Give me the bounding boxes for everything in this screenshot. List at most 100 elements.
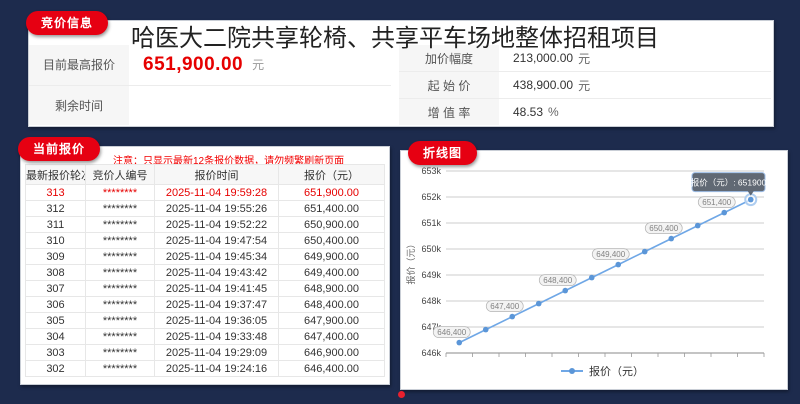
cell-bidder: ********	[86, 201, 155, 217]
bid-table-body: 313********2025-11-04 19:59:28651,900.00…	[26, 185, 385, 377]
bid-point[interactable]	[536, 301, 542, 307]
line-chart-badge: 折线图	[408, 141, 477, 165]
bid-info-panel: 竞价信息 哈医大二院共享轮椅、共享平车场地整体招租项目 目前最高报价 651,9…	[28, 20, 774, 127]
cell-bidder: ********	[86, 185, 155, 201]
cell-round: 304	[26, 329, 86, 345]
bid-point[interactable]	[615, 262, 621, 268]
start-price-value: 438,900.00	[513, 78, 573, 92]
cell-round: 305	[26, 313, 86, 329]
cell-bidder: ********	[86, 361, 155, 377]
cell-price: 649,900.00	[279, 249, 385, 265]
y-tick-label: 651k	[421, 218, 441, 228]
cell-price: 646,900.00	[279, 345, 385, 361]
rate-unit: %	[548, 105, 559, 119]
start-price-unit: 元	[578, 77, 590, 94]
chart-tooltip-text: 报价（元）: 651900	[691, 178, 767, 188]
cell-time: 2025-11-04 19:47:54	[155, 233, 279, 249]
bid-info-badge: 竞价信息	[26, 11, 108, 35]
bid-point[interactable]	[483, 327, 489, 333]
table-row: 308********2025-11-04 19:43:42649,400.00	[26, 265, 385, 281]
cell-price: 648,400.00	[279, 297, 385, 313]
point-label: 649,400	[596, 250, 625, 259]
cell-price: 649,400.00	[279, 265, 385, 281]
cell-bidder: ********	[86, 329, 155, 345]
table-row: 310********2025-11-04 19:47:54650,400.00	[26, 233, 385, 249]
cell-bidder: ********	[86, 233, 155, 249]
table-row: 307********2025-11-04 19:41:45648,900.00	[26, 281, 385, 297]
cell-price: 648,900.00	[279, 281, 385, 297]
cell-time: 2025-11-04 19:59:28	[155, 185, 279, 201]
cell-price: 651,400.00	[279, 201, 385, 217]
cell-time: 2025-11-04 19:45:34	[155, 249, 279, 265]
table-row: 303********2025-11-04 19:29:09646,900.00	[26, 345, 385, 361]
line-chart-panel: 折线图 646k647k648k649k650k651k652k653k报价（元…	[400, 150, 788, 390]
y-tick-label: 646k	[421, 348, 441, 358]
cell-round: 303	[26, 345, 86, 361]
cell-round: 310	[26, 233, 86, 249]
y-tick-label: 652k	[421, 192, 441, 202]
price-params-block: 加价幅度 213,000.00 元 起 始 价 438,900.00 元 增 值…	[399, 45, 771, 125]
current-bids-badge: 当前报价	[18, 137, 100, 161]
cell-time: 2025-11-04 19:52:22	[155, 217, 279, 233]
cell-price: 650,900.00	[279, 217, 385, 233]
bid-point[interactable]	[562, 288, 568, 294]
y-tick-label: 649k	[421, 270, 441, 280]
point-label: 648,400	[543, 276, 572, 285]
cell-price: 647,400.00	[279, 329, 385, 345]
cell-round: 302	[26, 361, 86, 377]
col-time: 报价时间	[155, 165, 279, 185]
cell-round: 313	[26, 185, 86, 201]
remaining-time-label: 剩余时间	[29, 86, 129, 126]
bid-point[interactable]	[695, 223, 701, 229]
cell-bidder: ********	[86, 265, 155, 281]
table-row: 306********2025-11-04 19:37:47648,400.00	[26, 297, 385, 313]
project-title: 哈医大二院共享轮椅、共享平车场地整体招租项目	[131, 18, 659, 53]
table-row: 309********2025-11-04 19:45:34649,900.00	[26, 249, 385, 265]
cell-round: 312	[26, 201, 86, 217]
cell-bidder: ********	[86, 249, 155, 265]
legend-line-series[interactable]: 报价（元）	[561, 364, 644, 378]
cell-bidder: ********	[86, 345, 155, 361]
highest-bid-value: 651,900.00	[143, 54, 243, 76]
bid-point[interactable]	[509, 314, 515, 320]
cell-bidder: ********	[86, 313, 155, 329]
table-row: 311********2025-11-04 19:52:22650,900.00	[26, 217, 385, 233]
table-row: 313********2025-11-04 19:59:28651,900.00	[26, 185, 385, 201]
cell-bidder: ********	[86, 217, 155, 233]
start-price-row: 起 始 价 438,900.00 元	[399, 72, 771, 99]
svg-text:报价（元）: 报价（元）	[589, 364, 644, 378]
point-label: 651,400	[702, 198, 731, 207]
cell-price: 651,900.00	[279, 185, 385, 201]
cell-round: 309	[26, 249, 86, 265]
cell-price: 646,400.00	[279, 361, 385, 377]
bid-line	[459, 200, 751, 343]
col-bidder: 竞价人编号	[86, 165, 155, 185]
rate-row: 增 值 率 48.53 %	[399, 99, 771, 125]
y-tick-label: 653k	[421, 166, 441, 176]
start-price-label: 起 始 价	[399, 72, 499, 98]
cell-round: 307	[26, 281, 86, 297]
cell-time: 2025-11-04 19:33:48	[155, 329, 279, 345]
y-tick-label: 650k	[421, 244, 441, 254]
bid-point[interactable]	[748, 197, 754, 203]
y-tick-label: 648k	[421, 296, 441, 306]
cell-time: 2025-11-04 19:43:42	[155, 265, 279, 281]
bid-point[interactable]	[642, 249, 648, 255]
bid-point[interactable]	[721, 210, 727, 216]
highest-bid-block: 目前最高报价 651,900.00 元 剩余时间	[29, 45, 391, 125]
red-dot-indicator	[398, 391, 405, 398]
bid-point[interactable]	[668, 236, 674, 242]
table-row: 305********2025-11-04 19:36:05647,900.00	[26, 313, 385, 329]
table-row: 304********2025-11-04 19:33:48647,400.00	[26, 329, 385, 345]
increment-value: 213,000.00	[513, 51, 573, 65]
start-price-value-wrap: 438,900.00 元	[499, 72, 590, 98]
bid-line-chart: 646k647k648k649k650k651k652k653k报价（元）646…	[401, 151, 785, 387]
bid-point[interactable]	[456, 340, 462, 346]
cell-time: 2025-11-04 19:29:09	[155, 345, 279, 361]
rate-value: 48.53	[513, 105, 543, 119]
cell-time: 2025-11-04 19:55:26	[155, 201, 279, 217]
remaining-time-row: 剩余时间	[29, 86, 391, 126]
y-axis-title: 报价（元）	[405, 239, 416, 284]
cell-time: 2025-11-04 19:37:47	[155, 297, 279, 313]
bid-point[interactable]	[589, 275, 595, 281]
